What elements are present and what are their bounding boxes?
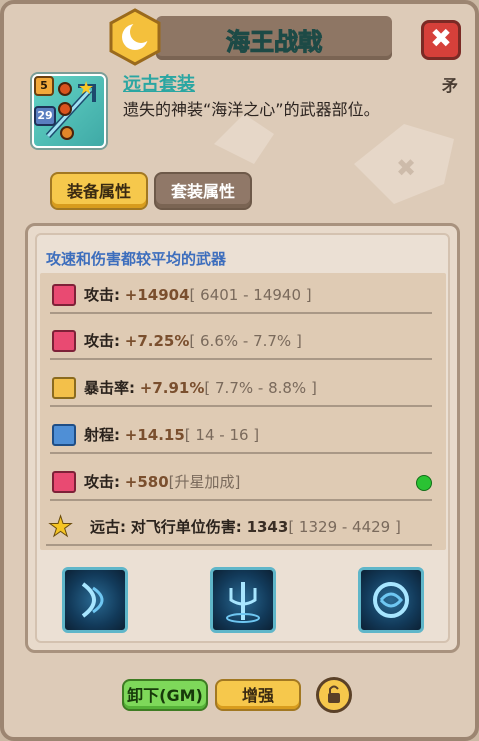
star-level-badge: 5 [34,76,54,96]
stat-row: 射程: +14.15[ 14 - 16 ] [50,418,432,454]
item-icon[interactable]: 5 29 ★ [32,74,106,148]
moon-badge-icon [109,8,161,66]
stat-text: 射程: +14.15[ 14 - 16 ] [84,424,259,445]
attack-icon [52,284,76,306]
stat-label: 攻击: [84,473,120,491]
stat-label: 攻击: [84,286,120,304]
water-orb-icon [373,582,409,618]
attack-icon [52,330,76,352]
wave-slash-icon [81,582,104,618]
active-indicator-icon [416,475,432,491]
skill-slot-3[interactable] [358,567,424,633]
page-title: 海王战戟 [226,28,323,57]
range-icon [52,424,76,446]
close-icon: ✖ [430,24,452,54]
tab-equipment-attributes[interactable]: 装备属性 [50,172,148,210]
stat-range: [升星加成] [168,473,241,491]
stat-row: 攻击: +580[升星加成] [50,465,432,501]
unlock-icon [328,685,340,703]
background-decoration: ✖ [354,124,454,204]
set-bonus-value: 1343 [246,518,289,536]
stat-range: [ 7.7% - 8.8% ] [204,379,317,397]
stat-text: 攻击: +7.25%[ 6.6% - 7.7% ] [84,330,302,351]
item-type: 矛 [442,76,459,95]
trident-icon [226,582,260,623]
stat-text: 攻击: +14904[ 6401 - 14940 ] [84,284,312,305]
gold-star-icon: ★ [78,78,95,99]
stat-label: 攻击: [84,332,120,350]
weapon-summary: 攻速和伤害都较平均的武器 [46,250,227,268]
stat-row: 攻击: +7.25%[ 6.6% - 7.7% ] [50,324,432,360]
stat-value: +7.91% [139,379,205,397]
stat-row: 暴击率: +7.91%[ 7.7% - 8.8% ] [50,371,432,407]
set-bonus-prefix: 远古: [90,518,126,536]
stat-value: +7.25% [124,332,190,350]
stat-text: 暴击率: +7.91%[ 7.7% - 8.8% ] [84,377,317,398]
star-icon: ★ [47,510,74,544]
item-set-name[interactable]: 远古套装 [123,70,195,96]
close-button[interactable]: ✖ [421,20,461,60]
item-level-badge: 29 [34,106,56,126]
skill-slot-1[interactable] [62,567,128,633]
gem-slot-icon-2 [58,102,72,116]
set-bonus-row: ★ 远古: 对飞行单位伤害: 1343[ 1329 - 4429 ] [46,510,432,546]
title-bar: 海王战戟 [156,16,392,60]
svg-text:✖: ✖ [396,154,416,182]
stat-range: [ 14 - 16 ] [184,426,260,444]
skill-slot-2[interactable] [210,567,276,633]
lock-toggle-button[interactable] [316,677,352,713]
gem-slot-icon-3 [60,126,74,140]
item-detail-panel: ✖ 海王战戟 ✖ 5 29 ★ 远古套装 遗失的神装“海洋之心”的武器部位。 矛 [0,0,479,741]
crit-icon [52,377,76,399]
stats-list-background [40,273,446,550]
stat-row: 攻击: +14904[ 6401 - 14940 ] [50,278,432,314]
stat-range: [ 6.6% - 7.7% ] [189,332,302,350]
stat-value: +14.15 [124,426,185,444]
stat-value: +14904 [124,286,190,304]
unequip-button[interactable]: 卸下(GM) [122,679,208,711]
stat-label: 射程: [84,426,120,444]
stat-value: +580 [124,473,169,491]
item-description: 遗失的神装“海洋之心”的武器部位。 [123,100,380,119]
tab-set-attributes[interactable]: 套装属性 [154,172,252,210]
set-bonus-range: [ 1329 - 4429 ] [288,518,401,536]
stat-label: 暴击率: [84,379,135,397]
stat-text: 攻击: +580[升星加成] [84,471,240,492]
stat-range: [ 6401 - 14940 ] [189,286,312,304]
enhance-button[interactable]: 增强 [215,679,301,711]
gem-slot-icon [58,82,72,96]
set-bonus-label: 对飞行单位伤害: [130,518,242,536]
set-bonus-text: 远古: 对飞行单位伤害: 1343[ 1329 - 4429 ] [90,516,401,537]
attack-icon [52,471,76,493]
